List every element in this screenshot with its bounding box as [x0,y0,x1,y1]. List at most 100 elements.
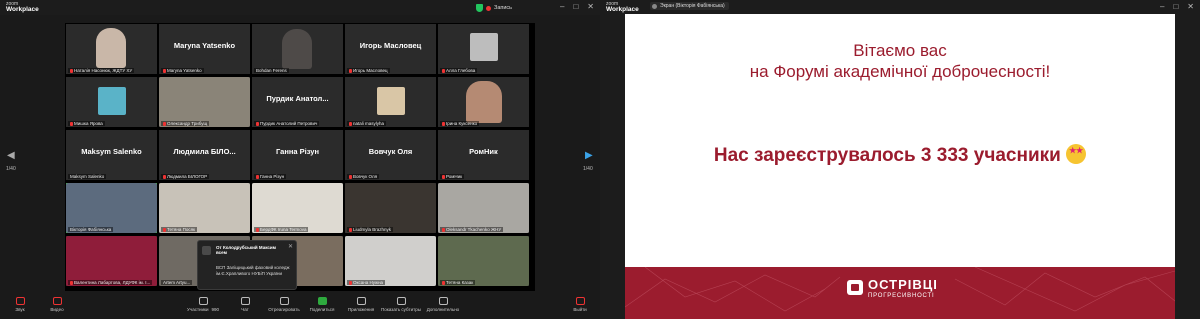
participant-tile[interactable]: Валентина Лабартова, ЛДУФК ім. І... [66,236,157,286]
react-button[interactable]: Отреагировать [264,297,304,312]
participant-tile[interactable]: Людмила БІЛО... Людмила БІЛОГОР [159,130,250,180]
more-dots-icon [438,297,448,305]
more-button[interactable]: Дополнительно [423,297,463,312]
zoom-meeting-window: zoom Workplace Запись – □ ✕ ◀ 1/40 ▶ 1/40… [0,0,600,319]
participant-name: Мишка Ярова [74,121,103,126]
brand-subtitle: ПРОГРЕСИВНОСТІ [868,293,935,299]
apps-button[interactable]: Приложения [341,297,381,312]
brand-logo-icon [847,280,863,295]
participant-name: Наталія Насонюк, ЖДТУ ХУ [74,68,133,73]
mic-muted-icon [349,227,352,232]
slide-line: Вітаємо вас [853,41,947,60]
participant-name: БердФК Iruna Termova [260,227,307,232]
participant-tile[interactable]: Игорь Масловец Игорь Масловец [345,24,436,74]
participant-tile[interactable]: Наталія Насонюк, ЖДТУ ХУ [66,24,157,74]
participant-name: natali masylyha [353,121,385,126]
video-feed [345,183,436,233]
share-screen-button[interactable]: Поделиться [302,297,342,312]
mic-muted-icon [442,121,445,126]
mic-muted-icon [256,174,259,179]
participant-tile[interactable]: Оксана Нужна [345,236,436,286]
chat-notification[interactable]: От Колодрубський Максим всем ВСП Заліщиц… [197,240,297,290]
participant-name: РомНик [446,174,463,179]
participants-count: 990 [211,307,219,312]
close-button[interactable]: ✕ [587,3,594,11]
participant-display-name: Maksym Salenko [81,147,142,156]
participant-name: Вовчук Оля [353,174,378,179]
close-button[interactable]: ✕ [1187,3,1194,11]
participant-tile[interactable]: natali masylyha [345,77,436,127]
participant-display-name: Пурдик Анатол... [266,94,329,103]
video-feed [96,28,126,68]
mic-muted-icon [349,121,352,126]
participant-name: Пурдик Анатолий Петрович [260,121,318,126]
video-button[interactable]: Видео [37,297,77,312]
participant-tile[interactable]: Maryna Yatsenko Maryna Yatsenko [159,24,250,74]
participant-tile[interactable]: Алла Глебова [438,24,529,74]
participant-tile[interactable]: Мишка Ярова [66,77,157,127]
minimize-button[interactable]: – [560,3,564,11]
exit-icon [575,297,585,305]
chat-message: ВСП Заліщицький фаховий коледж ім.Є.Храп… [216,265,290,276]
participant-tile[interactable]: Ганна Різун Ганна Різун [252,130,343,180]
recording-indicator[interactable]: Запись [476,4,512,12]
mic-muted-icon [70,121,73,126]
participants-button[interactable]: Участники 990 [183,297,223,312]
participant-tile[interactable]: Maksym Salenko Maksym Salenko [66,130,157,180]
mic-muted-icon [442,68,445,73]
chat-sender: От Колодрубський Максим всем [216,245,276,255]
participant-name: Artem Artyu... [163,280,191,285]
chat-button[interactable]: Чат [225,297,265,312]
participant-name: Валентина Лабартова, ЛДУФК ім. І... [74,280,151,285]
participant-tile[interactable]: Пурдик Анатол... Пурдик Анатолий Петрови… [252,77,343,127]
close-chat-notification-button[interactable]: ✕ [288,243,293,250]
participant-tile-active-speaker[interactable]: Вікторія Фабіянська [66,183,157,233]
mic-muted-icon [349,280,352,285]
prev-page-arrow-icon[interactable]: ◀ [7,150,15,161]
participant-name: Maksym Salenko [70,174,105,179]
zoom-logo: zoom Workplace [606,1,639,13]
audio-button[interactable]: Звук [0,297,40,312]
video-feed [345,236,436,286]
video-feed [66,236,157,286]
toolbar-label: Приложения [347,307,375,312]
next-page-arrow-icon[interactable]: ▶ [585,150,593,161]
video-feed [282,29,312,69]
toolbar-label: Дополнительно [426,307,460,312]
mic-muted-icon [256,121,259,126]
participant-display-name: Maryna Yatsenko [173,41,236,50]
participant-tile[interactable]: Bohdan Ferens [252,24,343,74]
mic-muted-icon [349,174,352,179]
maximize-button[interactable]: □ [1173,3,1178,11]
toolbar-label: Участники [186,307,209,312]
screen-share-title[interactable]: Экран (Вікторія Фабіянська) [650,2,729,10]
leave-button[interactable]: Выйти [560,297,600,312]
minimize-button[interactable]: – [1160,3,1164,11]
mic-muted-icon [442,227,445,232]
participant-tile[interactable]: БердФК Iruna Termova [252,183,343,233]
participant-tile[interactable]: Liudmyla Brazhnyk [345,183,436,233]
toolbar-label: Звук [15,307,25,312]
participant-display-name: Игорь Масловец [359,41,422,50]
participant-name: Ганна Різун [260,174,285,179]
profile-photo [470,33,498,61]
toolbar-label: Показать субтитры [381,307,421,312]
participant-tile[interactable]: Тетяна Посяк [159,183,250,233]
window-controls: – □ ✕ [1160,3,1194,11]
participant-tile[interactable]: Тетяна Казак [438,236,529,286]
captions-button[interactable]: Показать субтитры [381,297,421,312]
mic-muted-icon [163,227,166,232]
participant-tile[interactable]: Ірина Куксенко [438,77,529,127]
record-icon [486,5,491,11]
participant-tile[interactable]: Oleksandr Tkachenko ЖНУ [438,183,529,233]
participant-tile[interactable]: Олександр Трибущ [159,77,250,127]
participant-name: Тетяна Посяк [167,227,195,232]
slide-line: Нас зареєструвалось 3 333 учасники [713,145,1061,166]
participant-tile[interactable]: РомНик РомНик [438,130,529,180]
chat-bubble-icon [240,297,250,305]
mic-muted-icon [442,280,445,285]
participant-name: Maryna Yatsenko [167,68,202,73]
slide-registration-count: Нас зареєструвалось 3 333 учасники [625,144,1175,167]
participant-tile[interactable]: Вовчук Оля Вовчук Оля [345,130,436,180]
maximize-button[interactable]: □ [573,3,578,11]
